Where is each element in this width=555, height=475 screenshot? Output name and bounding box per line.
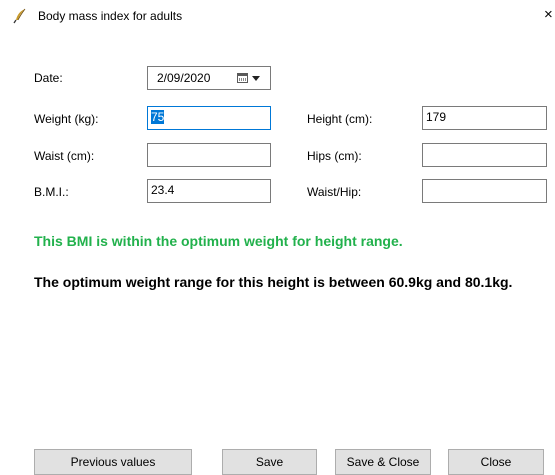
bmi-status-message: This BMI is within the optimum weight fo… (34, 233, 403, 249)
waist-field[interactable] (147, 143, 271, 167)
hips-label: Hips (cm): (307, 149, 362, 163)
title-bar: Body mass index for adults × (0, 0, 555, 32)
bmi-label: B.M.I.: (34, 185, 69, 199)
date-picker[interactable]: 2/09/2020 (147, 66, 271, 90)
waist-label: Waist (cm): (34, 149, 95, 163)
date-label: Date: (34, 71, 63, 85)
weight-value: 75 (151, 110, 165, 124)
close-window-icon[interactable]: × (544, 6, 553, 23)
height-label: Height (cm): (307, 112, 373, 126)
waist-hip-label: Waist/Hip: (307, 185, 362, 199)
calendar-icon[interactable] (237, 73, 248, 83)
hips-field[interactable] (422, 143, 547, 167)
chevron-down-icon[interactable] (252, 76, 260, 81)
height-field[interactable]: 179 (422, 106, 547, 130)
feather-pen-icon (13, 8, 26, 24)
save-button[interactable]: Save (222, 449, 317, 475)
save-and-close-button[interactable]: Save & Close (335, 449, 431, 475)
previous-values-button[interactable]: Previous values (34, 449, 192, 475)
window-title: Body mass index for adults (38, 9, 183, 23)
waist-hip-field[interactable] (422, 179, 547, 203)
weight-field[interactable]: 75 (147, 106, 271, 130)
bmi-window: Body mass index for adults × Date: 2/09/… (0, 0, 555, 475)
bmi-field[interactable]: 23.4 (147, 179, 271, 203)
weight-range-message: The optimum weight range for this height… (34, 274, 513, 290)
date-value: 2/09/2020 (157, 71, 211, 85)
close-button[interactable]: Close (448, 449, 544, 475)
weight-label: Weight (kg): (34, 112, 99, 126)
